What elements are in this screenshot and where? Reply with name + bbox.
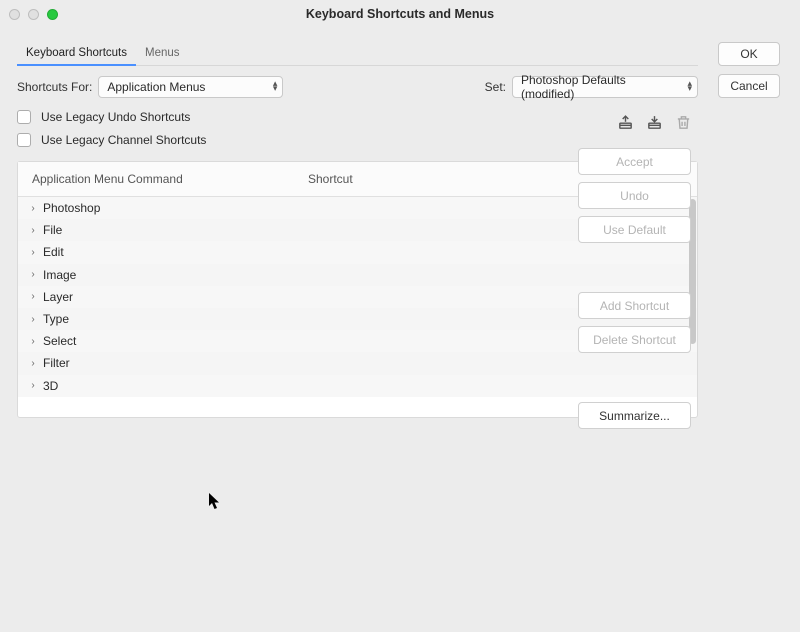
delete-shortcut-button[interactable]: Delete Shortcut [578, 326, 691, 353]
save-set-icon[interactable] [617, 114, 634, 131]
chevron-updown-icon: ▴▾ [273, 81, 278, 91]
set-label: Set: [485, 80, 506, 94]
checkbox-icon [17, 133, 31, 147]
cancel-button[interactable]: Cancel [718, 74, 780, 98]
shortcuts-for-value: Application Menus [107, 80, 205, 94]
shortcuts-for-select[interactable]: Application Menus ▴▾ [98, 76, 283, 98]
chevron-right-icon: › [28, 380, 38, 391]
legacy-undo-checkbox[interactable]: Use Legacy Undo Shortcuts [17, 110, 698, 124]
col-command: Application Menu Command [32, 172, 308, 186]
chevron-right-icon: › [28, 314, 38, 325]
checkbox-icon [17, 110, 31, 124]
summarize-button[interactable]: Summarize... [578, 402, 691, 429]
titlebar: Keyboard Shortcuts and Menus [0, 0, 800, 28]
undo-button[interactable]: Undo [578, 182, 691, 209]
tab-keyboard-shortcuts[interactable]: Keyboard Shortcuts [17, 42, 136, 66]
tab-menus[interactable]: Menus [136, 42, 189, 65]
trash-icon[interactable] [675, 114, 692, 131]
chevron-right-icon: › [28, 247, 38, 258]
chevron-right-icon: › [28, 269, 38, 280]
legacy-undo-label: Use Legacy Undo Shortcuts [41, 110, 190, 124]
accept-button[interactable]: Accept [578, 148, 691, 175]
save-set-as-icon[interactable] [646, 114, 663, 131]
window-title: Keyboard Shortcuts and Menus [0, 7, 800, 21]
chevron-right-icon: › [28, 336, 38, 347]
add-shortcut-button[interactable]: Add Shortcut [578, 292, 691, 319]
set-value: Photoshop Defaults (modified) [521, 73, 677, 101]
legacy-channel-label: Use Legacy Channel Shortcuts [41, 133, 206, 147]
chevron-right-icon: › [28, 225, 38, 236]
chevron-right-icon: › [28, 291, 38, 302]
use-default-button[interactable]: Use Default [578, 216, 691, 243]
chevron-right-icon: › [28, 203, 38, 214]
legacy-channel-checkbox[interactable]: Use Legacy Channel Shortcuts [17, 133, 698, 147]
chevron-right-icon: › [28, 358, 38, 369]
chevron-updown-icon: ▴▾ [687, 81, 692, 91]
set-select[interactable]: Photoshop Defaults (modified) ▴▾ [512, 76, 698, 98]
ok-button[interactable]: OK [718, 42, 780, 66]
shortcuts-for-label: Shortcuts For: [17, 80, 92, 94]
tabs: Keyboard Shortcuts Menus [17, 42, 698, 66]
